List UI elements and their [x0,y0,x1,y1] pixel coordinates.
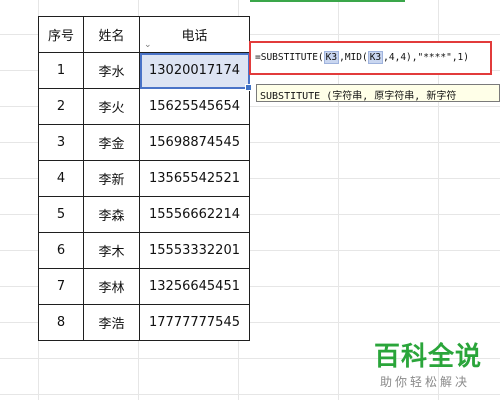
header-cell-phone[interactable]: 电话 [139,16,250,53]
table-row: 8 李浩 17777777545 [38,304,250,341]
table-row: 6 李木 15553332201 [38,232,250,269]
formula-func: =SUBSTITUTE( [255,52,324,63]
table-row: 1 李水 13020017174 [38,52,252,91]
formula-args: ,4,4), [383,52,418,63]
formula-args: ,1) [451,52,469,63]
cell-phone-selected[interactable]: 13020017174 [139,52,252,91]
cell-name[interactable]: 李森 [83,196,140,233]
autofill-options-icon[interactable]: ⌄ [144,40,152,50]
cell-no[interactable]: 3 [38,124,84,161]
watermark-logo: 百科全说 助你轻松解决 [374,336,482,390]
cell-name[interactable]: 李新 [83,160,140,197]
cell-phone[interactable]: 15553332201 [139,232,250,269]
cell-phone[interactable]: 15556662214 [139,196,250,233]
cell-no[interactable]: 1 [38,52,84,89]
cell-phone[interactable]: 17777777545 [139,304,250,341]
cell-no[interactable]: 2 [38,88,84,125]
watermark-subtitle: 助你轻松解决 [380,375,471,389]
function-tooltip: SUBSTITUTE (字符串, 原字符串, 新字符 [256,84,500,102]
formula-ref: K3 [367,51,384,64]
cell-phone[interactable]: 15698874545 [139,124,250,161]
cell-phone-value: 13020017174 [149,63,240,78]
cell-phone[interactable]: 15625545654 [139,88,250,125]
table-row: 5 李森 15556662214 [38,196,250,233]
cell-name[interactable]: 李水 [83,52,140,89]
cell-no[interactable]: 5 [38,196,84,233]
watermark-title: 百科全说 [374,342,483,372]
cell-name[interactable]: 李金 [83,124,140,161]
table-row: 2 李火 15625545654 [38,88,250,125]
cell-name[interactable]: 李林 [83,268,140,305]
cell-no[interactable]: 4 [38,160,84,197]
cell-phone[interactable]: 13565542521 [139,160,250,197]
table-row: 7 李林 13256645451 [38,268,250,305]
cell-name[interactable]: 李火 [83,88,140,125]
formula-edit-cell[interactable]: =SUBSTITUTE(K3 ,MID(K3,4,4),"****",1) [249,41,492,75]
cell-name[interactable]: 李木 [83,232,140,269]
cell-no[interactable]: 8 [38,304,84,341]
data-table: 序号 姓名 电话 1 李水 13020017174 2 李火 156255456… [38,16,252,341]
formula-text: =SUBSTITUTE(K3 ,MID(K3,4,4),"****",1) [255,51,469,64]
column-header-indicator [250,0,405,2]
formula-string: "****" [417,52,452,63]
cell-no[interactable]: 6 [38,232,84,269]
cell-no[interactable]: 7 [38,268,84,305]
fill-handle[interactable] [245,84,252,91]
formula-ref: K3 [323,51,340,64]
table-row: 3 李金 15698874545 [38,124,250,161]
header-cell-no[interactable]: 序号 [38,16,84,53]
formula-func: ,MID( [339,52,368,63]
table-row: 4 李新 13565542521 [38,160,250,197]
cell-phone[interactable]: 13256645451 [139,268,250,305]
cell-name[interactable]: 李浩 [83,304,140,341]
header-cell-name[interactable]: 姓名 [83,16,140,53]
